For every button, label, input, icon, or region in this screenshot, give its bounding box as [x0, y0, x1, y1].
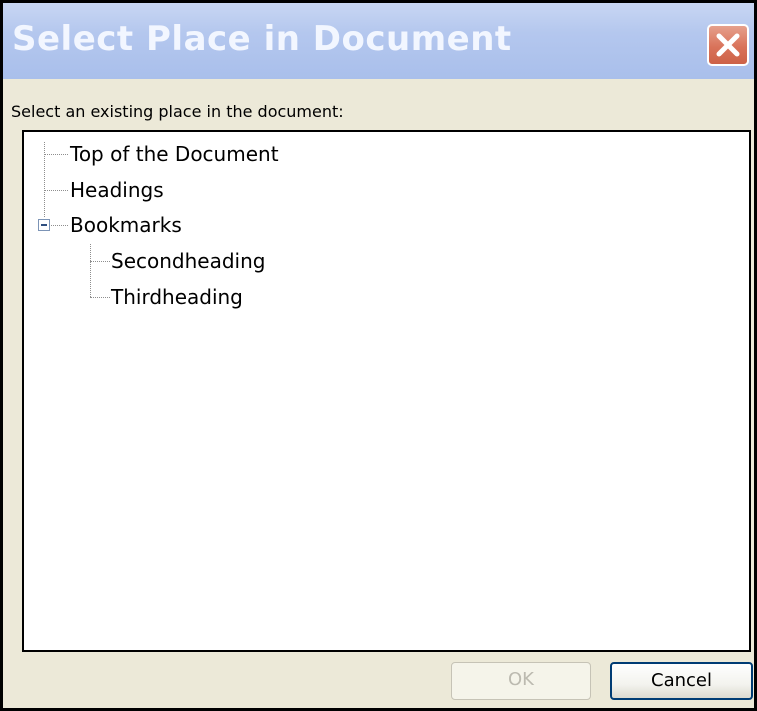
tree-connector: [90, 297, 110, 298]
tree-item-thirdheading[interactable]: Thirdheading: [111, 285, 243, 309]
tree-item-top-of-document[interactable]: Top of the Document: [70, 142, 279, 166]
tree-collapse-icon[interactable]: [38, 219, 50, 231]
tree-item-headings[interactable]: Headings: [70, 178, 164, 202]
cancel-button[interactable]: Cancel: [610, 662, 753, 700]
tree-connector: [90, 261, 110, 262]
tree-item-bookmarks[interactable]: Bookmarks: [70, 213, 182, 237]
instruction-label: Select an existing place in the document…: [11, 102, 344, 121]
tree-connector: [44, 190, 68, 191]
tree-connector: [51, 225, 68, 226]
close-button[interactable]: [707, 24, 749, 66]
ok-button[interactable]: OK: [451, 662, 591, 700]
tree-connector: [90, 244, 91, 297]
dialog-title: Select Place in Document: [12, 19, 512, 59]
title-bar[interactable]: Select Place in Document: [3, 3, 754, 79]
dialog-window: Select Place in Document Select an exist…: [0, 0, 757, 711]
tree-item-secondheading[interactable]: Secondheading: [111, 249, 265, 273]
close-icon: [716, 33, 740, 57]
tree-connector: [44, 154, 68, 155]
place-tree-view[interactable]: Top of the Document Headings Bookmarks S…: [22, 130, 751, 652]
